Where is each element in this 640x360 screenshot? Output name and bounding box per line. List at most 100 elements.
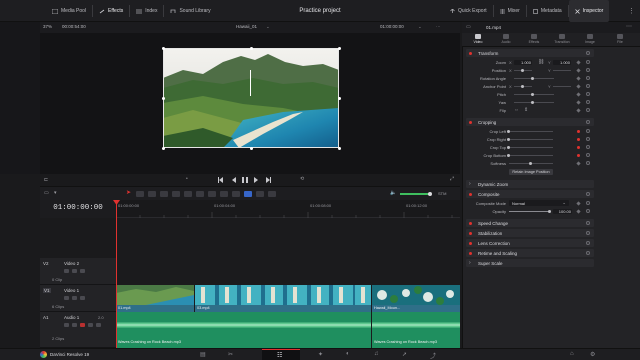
inspector-more-icon[interactable]: ⋯ [626, 23, 632, 30]
quick-export-button[interactable]: Quick Export [444, 0, 493, 22]
inspector-layout-icon[interactable]: ▭ [466, 24, 471, 30]
metadata-button[interactable]: Metadata [527, 0, 568, 22]
play-icon[interactable] [254, 177, 258, 183]
slider-knob[interactable] [531, 93, 534, 96]
auto-select-icon[interactable] [72, 296, 77, 300]
insert-clip-icon[interactable] [172, 191, 180, 197]
keyframe-icon[interactable] [577, 130, 580, 133]
reset-icon[interactable] [586, 137, 590, 141]
transform-handle-top-right[interactable] [337, 46, 341, 50]
retain-image-position-button[interactable]: Retain Image Position [509, 169, 553, 175]
viewer-options-icon[interactable]: ⌄ [418, 24, 422, 30]
tab-audio[interactable]: Audio [494, 34, 518, 44]
track-visibility-icon[interactable] [80, 296, 85, 300]
deliver-page-icon[interactable]: ➚ [402, 351, 407, 358]
transform-handle-bottom[interactable] [249, 146, 253, 150]
slider-knob[interactable] [521, 69, 524, 72]
color-page-icon[interactable]: ◐ [346, 351, 350, 357]
reset-icon[interactable] [586, 241, 590, 245]
volume-mode[interactable]: STM [438, 191, 446, 196]
zoom-x-field[interactable]: 1.000 [514, 59, 532, 65]
section-enabled-icon[interactable] [469, 251, 472, 255]
playhead[interactable] [116, 200, 117, 348]
rotation-slider[interactable] [514, 78, 554, 79]
fairlight-page-icon[interactable]: ♫ [374, 351, 379, 357]
keyframe-icon[interactable] [577, 138, 580, 141]
fusion-page-icon[interactable]: ✦ [318, 351, 323, 358]
slider-knob[interactable] [507, 138, 510, 141]
position-y-slider[interactable] [553, 70, 571, 71]
tab-image[interactable]: Image [578, 34, 602, 44]
solo-icon[interactable] [88, 323, 93, 327]
opacity-field[interactable]: 100.00 [553, 208, 572, 214]
section-enabled-icon[interactable] [469, 231, 472, 235]
track-header-v2[interactable]: V2 Video 2 0 Clip [40, 258, 116, 285]
lens-correction-section-header[interactable]: Lens Correction [466, 239, 594, 247]
video-frame[interactable] [163, 48, 339, 148]
zoom-out-icon[interactable] [256, 191, 264, 197]
audio-clip[interactable]: Waves Crashing on Rock Beach.mp3 [116, 312, 371, 348]
timeline-ruler[interactable]: 01:00:00:00 01:00:04:00 01:00:08:00 01:0… [116, 200, 460, 218]
reset-icon[interactable] [586, 231, 590, 235]
transform-handle-bottom-left[interactable] [161, 146, 165, 150]
super-scale-section-header[interactable]: › Super Scale [466, 259, 594, 267]
more-options-icon[interactable]: ⋮ [628, 7, 635, 15]
section-enabled-icon[interactable] [469, 51, 472, 55]
crop-right-slider[interactable] [509, 139, 553, 140]
slider-knob[interactable] [521, 85, 524, 88]
rotation-handle[interactable] [250, 70, 251, 96]
go-to-end-icon[interactable] [266, 177, 271, 183]
reset-icon[interactable] [586, 51, 590, 55]
settings-icon[interactable]: ⚙ [590, 351, 595, 358]
crop-left-slider[interactable] [509, 131, 553, 132]
reset-icon[interactable] [586, 161, 590, 165]
viewer-zoom[interactable]: 37% [43, 24, 52, 29]
track-visibility-icon[interactable] [80, 269, 85, 273]
transform-handle-left[interactable] [161, 96, 165, 100]
slider-knob[interactable] [529, 162, 532, 165]
timeline-tracks[interactable]: 01.mp4 03.mp4 Hawaii_Moun... Waves Crash… [116, 218, 460, 348]
reset-icon[interactable] [586, 221, 590, 225]
media-page-icon[interactable]: ▤ [200, 351, 206, 358]
sound-library-button[interactable]: Sound Library [164, 0, 216, 22]
reset-icon[interactable] [586, 209, 590, 213]
cropping-section-header[interactable]: Cropping [466, 118, 594, 126]
blade-tool-icon[interactable] [160, 191, 168, 197]
lock-track-icon[interactable] [64, 323, 69, 327]
crop-bottom-slider[interactable] [509, 155, 553, 156]
edit-page-button[interactable]: ☷ [262, 349, 300, 360]
timeline-dropdown-icon[interactable]: ⌄ [266, 24, 270, 30]
transform-handle-right[interactable] [337, 96, 341, 100]
speaker-icon[interactable]: 🔈 [390, 190, 396, 196]
keyframe-icon[interactable] [577, 146, 580, 149]
speed-change-section-header[interactable]: Speed Change [466, 219, 594, 227]
deliver-rocket-icon[interactable]: ⤴ [430, 351, 436, 360]
slider-knob[interactable] [507, 130, 510, 133]
zoom-in-icon[interactable] [268, 191, 276, 197]
go-to-start-icon[interactable] [218, 177, 223, 183]
reset-icon[interactable] [586, 76, 590, 80]
video-clip[interactable]: Hawaii_Moun... [372, 285, 460, 312]
mixer-button[interactable]: Mixer [494, 0, 526, 22]
volume-knob[interactable] [428, 191, 432, 196]
marker-icon[interactable] [244, 191, 252, 197]
yaw-slider[interactable] [514, 102, 554, 103]
timeline-name[interactable]: Hawaii_01 [236, 24, 257, 29]
stabilization-section-header[interactable]: Stabilization [466, 229, 594, 237]
trim-tool-icon[interactable] [136, 191, 144, 197]
fullscreen-icon[interactable]: ⤢ [450, 176, 454, 182]
transform-section-header[interactable]: Transform [466, 49, 594, 57]
reset-icon[interactable] [586, 100, 590, 104]
section-enabled-icon[interactable] [469, 120, 472, 124]
reset-icon[interactable] [586, 92, 590, 96]
dynamic-zoom-section-header[interactable]: › Dynamic Zoom [466, 180, 594, 188]
dynamic-trim-icon[interactable] [148, 191, 156, 197]
reset-icon[interactable] [586, 201, 590, 205]
slider-knob[interactable] [531, 101, 534, 104]
transform-handle-top[interactable] [249, 46, 253, 50]
auto-select-icon[interactable] [72, 323, 77, 327]
flag-icon[interactable] [232, 191, 240, 197]
slider-knob[interactable] [548, 210, 551, 213]
mute-icon[interactable] [96, 323, 101, 327]
replace-clip-icon[interactable] [196, 191, 204, 197]
